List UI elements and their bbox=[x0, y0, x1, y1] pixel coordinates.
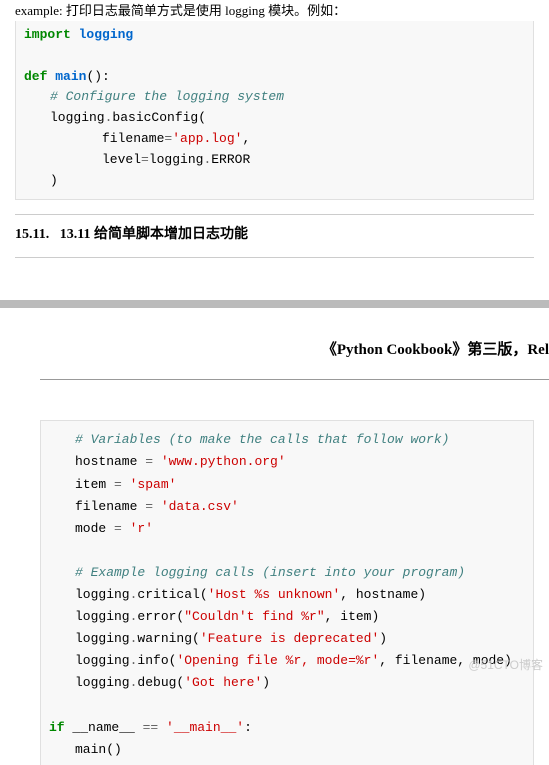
fn-info: info( bbox=[137, 653, 176, 668]
str-spam: 'spam' bbox=[122, 477, 177, 492]
obj-logging: logging bbox=[149, 152, 204, 167]
comma: , bbox=[242, 131, 250, 146]
fn-debug: debug( bbox=[137, 675, 184, 690]
obj-logging: logging bbox=[75, 653, 130, 668]
fn-critical: critical( bbox=[137, 587, 207, 602]
var-mode: mode bbox=[75, 521, 114, 536]
str-host: 'www.python.org' bbox=[153, 454, 286, 469]
paren-close: ) bbox=[379, 631, 387, 646]
section-heading: 15.11. 13.11 给简单脚本增加日志功能 bbox=[15, 214, 534, 243]
comment: # Configure the logging system bbox=[50, 89, 284, 104]
fn-warning: warning( bbox=[137, 631, 199, 646]
fn-basicconfig: basicConfig( bbox=[112, 110, 206, 125]
mod-logging: logging bbox=[79, 27, 134, 42]
obj-logging: logging bbox=[75, 609, 130, 624]
kw-if: if bbox=[49, 720, 65, 735]
comment-example: # Example logging calls (insert into you… bbox=[75, 565, 465, 580]
paren: (): bbox=[86, 69, 109, 84]
section-number: 15.11. bbox=[15, 227, 49, 242]
str-datacsv: 'data.csv' bbox=[153, 499, 239, 514]
str-applog: 'app.log' bbox=[172, 131, 242, 146]
eq: = bbox=[145, 499, 153, 514]
eq-eq: == bbox=[143, 720, 159, 735]
section-title: 13.11 给简单脚本增加日志功能 bbox=[60, 227, 248, 242]
const-error: ERROR bbox=[211, 152, 250, 167]
obj-logging: logging bbox=[75, 675, 130, 690]
obj-logging: logging bbox=[50, 110, 105, 125]
var-filename: filename bbox=[75, 499, 145, 514]
kw-def: def bbox=[24, 69, 47, 84]
arg-filename: filename bbox=[102, 131, 164, 146]
obj-logging: logging bbox=[75, 587, 130, 602]
str-deprecated: 'Feature is deprecated' bbox=[200, 631, 379, 646]
paren-close: ) bbox=[262, 675, 270, 690]
str-got-here: 'Got here' bbox=[184, 675, 262, 690]
colon: : bbox=[244, 720, 252, 735]
str-couldnt-find: "Couldn't find %r" bbox=[184, 609, 324, 624]
eq: = bbox=[114, 477, 122, 492]
fn-error: error( bbox=[137, 609, 184, 624]
str-opening-file: 'Opening file %r, mode=%r' bbox=[176, 653, 379, 668]
arg-level: level bbox=[102, 152, 141, 167]
call-main: main() bbox=[75, 742, 122, 757]
str-main: '__main__' bbox=[158, 720, 244, 735]
code-block-1: import logging def main(): # Configure t… bbox=[15, 21, 534, 200]
header-rule bbox=[40, 379, 549, 380]
str-host-unknown: 'Host %s unknown' bbox=[208, 587, 341, 602]
var-hostname: hostname bbox=[75, 454, 145, 469]
args: , item) bbox=[325, 609, 380, 624]
fn-main: main bbox=[55, 69, 86, 84]
dot: . bbox=[130, 675, 138, 690]
comment-vars: # Variables (to make the calls that foll… bbox=[75, 432, 449, 447]
context-text: example: 打印日志最简单方式是使用 logging 模块。例如： bbox=[0, 0, 549, 19]
args: , hostname) bbox=[340, 587, 426, 602]
watermark: @51CTO博客 bbox=[468, 656, 543, 673]
page-gap bbox=[15, 257, 534, 308]
str-r: 'r' bbox=[122, 521, 153, 536]
var-item: item bbox=[75, 477, 114, 492]
kw-import: import bbox=[24, 27, 71, 42]
eq: = bbox=[114, 521, 122, 536]
code-block-2: # Variables (to make the calls that foll… bbox=[40, 420, 534, 764]
obj-logging: logging bbox=[75, 631, 130, 646]
dunder-name: __name__ bbox=[65, 720, 143, 735]
eq: = bbox=[141, 152, 149, 167]
eq: = bbox=[145, 454, 153, 469]
paren-close: ) bbox=[50, 173, 58, 188]
page-header-title: 《Python Cookbook》第三版，Rel bbox=[0, 308, 549, 379]
